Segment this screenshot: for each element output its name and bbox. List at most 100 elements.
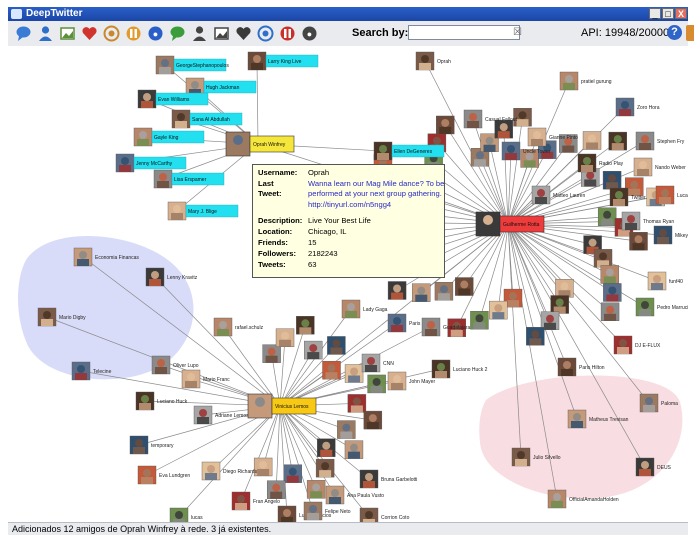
avatar-node[interactable] [593,249,613,268]
avatar-node[interactable] [526,327,545,346]
person-node[interactable]: Oprah [415,51,451,71]
speech-bubble-icon[interactable] [14,24,33,43]
person-node[interactable]: Bruna Garbelotti [359,469,417,489]
avatar-node[interactable] [597,207,617,226]
avatar-node[interactable] [304,340,323,360]
person-node[interactable]: pratiel gurung [559,71,612,91]
person-node[interactable]: Corrion Coto [359,507,410,522]
person-node[interactable]: Diego Richards [201,461,258,481]
friend-node[interactable]: Larry King Live [247,51,319,71]
person-node[interactable]: Eva Lundgren [137,465,190,485]
pin-icon[interactable] [212,24,231,43]
friend-node[interactable]: Gayle King [133,127,205,147]
avatar-node[interactable] [608,131,627,151]
avatar-node[interactable] [582,131,602,150]
hub-vinicius[interactable]: Vinicius Lemos [247,393,317,419]
avatar-node[interactable] [266,480,286,499]
avatar-node[interactable] [283,464,302,483]
avatar-node[interactable] [347,394,367,413]
person-node[interactable]: Mario Franc [181,369,230,389]
person-node[interactable]: DJ E-FLUX [613,335,661,355]
friend-node[interactable]: Sana Al Abdullah [171,109,243,129]
tools-icon[interactable] [278,24,297,43]
avatar-node[interactable] [434,282,454,301]
friend-node[interactable]: Lisa Erspamer [153,169,225,189]
avatar-node[interactable] [322,360,341,380]
users-group-icon[interactable] [102,24,121,43]
person-node[interactable]: Lady Gaga [341,299,388,319]
avatar-node[interactable] [455,277,474,296]
avatar-node[interactable] [317,438,336,457]
search-clear-icon[interactable]: ☒ [513,27,522,38]
person-node[interactable]: funf40 [647,271,683,291]
avatar-node[interactable] [555,279,574,298]
friend-node[interactable]: GeorgeStephanopoulos [155,55,229,75]
person-node[interactable]: Matteo Lauren [531,185,585,205]
avatar-node[interactable] [363,410,383,430]
avatar-node[interactable] [602,170,622,190]
friend-node[interactable]: Mary J. Blige [167,201,239,221]
person-node[interactable]: Luciano Huck 2 [431,359,488,379]
avatar-node[interactable] [344,440,364,459]
q-badge-icon[interactable] [190,24,209,43]
person-node[interactable]: Zoro Hora [615,97,660,117]
target-icon[interactable] [168,24,187,43]
person-node[interactable]: Radio Play [577,153,624,173]
avatar-node[interactable] [315,458,335,478]
window-title: DeepTwitter [26,8,83,19]
person-node[interactable]: Ana Paula Vusto [325,485,384,505]
maximize-button[interactable]: □ [662,8,674,19]
user-blue-icon[interactable]: ● [146,24,165,43]
network-canvas[interactable]: Larry King Live GeorgeStephanopoulos Hugh … [8,46,688,522]
avatar-node[interactable] [337,420,356,439]
s-badge-icon[interactable] [234,24,253,43]
person-node[interactable]: John Mayer [387,371,435,391]
person-node[interactable]: Pedro Marrucio [635,297,688,317]
search-input[interactable] [408,25,520,40]
avatar-node[interactable] [387,281,407,300]
close-button[interactable]: X [675,8,687,19]
avatar-node[interactable] [600,265,620,284]
avatar-node[interactable] [550,295,569,314]
avatar-node[interactable] [262,344,281,363]
avatar-node[interactable] [603,283,622,302]
network-graph[interactable]: Larry King Live GeorgeStephanopoulos Hugh … [8,46,688,522]
avatar-node[interactable] [470,311,489,330]
avatar-node[interactable] [367,374,386,394]
avatar-node[interactable] [327,336,346,355]
avatar-node[interactable] [412,283,431,302]
person-node[interactable]: Adriane Lemos [193,405,249,425]
person-node[interactable]: Mikey C [653,225,688,245]
help-button[interactable]: ? [667,25,682,40]
person-node[interactable]: Lucas Prado [655,185,688,205]
avatar-node[interactable] [296,316,315,335]
friend-node[interactable]: Jenny McCarthy [115,153,187,173]
avatar-node[interactable] [600,302,620,321]
pause-icon[interactable] [256,24,275,43]
person-node[interactable]: CNN [361,353,394,373]
image-icon[interactable] [58,24,77,43]
person-node[interactable]: Stephen Fry [635,131,685,151]
heart-icon[interactable] [80,24,99,43]
avatar-node[interactable] [629,232,648,251]
user-follow-icon[interactable] [36,24,55,43]
person-node[interactable]: Luciano Huck [135,391,188,411]
avatar-node[interactable] [540,311,560,330]
avatar-node[interactable] [275,328,295,347]
person-node[interactable]: Paris Hilton [557,357,605,377]
user-orange-icon[interactable] [124,24,143,43]
power-icon[interactable]: ● [300,24,319,43]
minimize-button[interactable]: _ [649,8,661,19]
person-node[interactable]: rafael.schulz [213,317,264,337]
tooltip-key: Last Tweet: [258,179,282,199]
avatar-node[interactable] [489,300,508,320]
user-tooltip: Username: Oprah Last Tweet: Wanna learn our… [252,164,445,278]
avatar-node[interactable] [436,115,455,135]
avatar-node[interactable] [306,480,326,499]
person-node[interactable]: lucas [169,507,203,522]
person-node[interactable]: Nando Weber [633,157,686,177]
exit-icon[interactable] [686,25,694,41]
avatar-node[interactable] [344,364,364,383]
person-node[interactable]: temporary [129,435,174,455]
tooltip-value[interactable]: Wanna learn our Mag Mile dance? To be pe… [308,179,446,210]
